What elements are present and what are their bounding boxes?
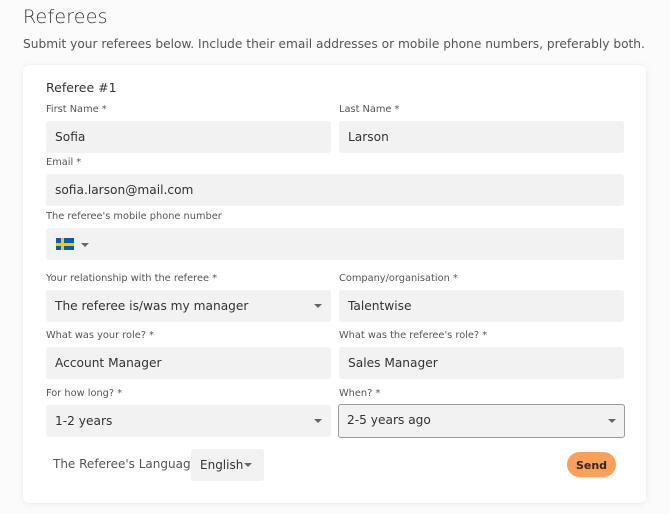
- referee-card: Referee #1 First Name * Sofia Last Name …: [23, 65, 646, 503]
- duration-value: 1-2 years: [55, 414, 113, 428]
- language-value: English: [200, 458, 244, 472]
- page-title: Referees: [23, 6, 108, 28]
- first-name-input[interactable]: Sofia: [46, 121, 331, 153]
- company-input[interactable]: Talentwise: [339, 290, 624, 322]
- referee-role-input[interactable]: Sales Manager: [339, 347, 624, 379]
- referee-role-value: Sales Manager: [348, 356, 438, 370]
- company-value: Talentwise: [348, 299, 412, 313]
- duration-label: For how long? *: [46, 388, 123, 399]
- when-label: When? *: [339, 388, 381, 399]
- language-label: The Referee's Language: [53, 457, 198, 471]
- email-value: sofia.larson@mail.com: [55, 183, 194, 197]
- first-name-value: Sofia: [55, 130, 86, 144]
- relationship-select[interactable]: The referee is/was my manager: [46, 290, 331, 322]
- referee-heading: Referee #1: [46, 80, 117, 95]
- company-label: Company/organisation *: [339, 273, 458, 284]
- first-name-label: First Name *: [46, 104, 107, 115]
- your-role-input[interactable]: Account Manager: [46, 347, 331, 379]
- chevron-down-icon: [608, 419, 616, 423]
- phone-label: The referee's mobile phone number: [46, 211, 222, 222]
- chevron-down-icon[interactable]: [81, 243, 89, 247]
- last-name-value: Larson: [348, 130, 389, 144]
- relationship-label: Your relationship with the referee *: [46, 273, 218, 284]
- last-name-label: Last Name *: [339, 104, 400, 115]
- when-select[interactable]: 2-5 years ago: [338, 404, 625, 438]
- chevron-down-icon: [314, 304, 322, 308]
- relationship-value: The referee is/was my manager: [55, 299, 249, 313]
- phone-input[interactable]: [46, 228, 624, 260]
- page-subtitle: Submit your referees below. Include thei…: [23, 37, 645, 51]
- chevron-down-icon: [314, 419, 322, 423]
- language-select[interactable]: English: [191, 449, 264, 481]
- send-button[interactable]: Send: [567, 452, 616, 477]
- sweden-flag-icon[interactable]: [56, 238, 74, 250]
- last-name-input[interactable]: Larson: [339, 121, 624, 153]
- chevron-down-icon: [244, 463, 252, 467]
- email-input[interactable]: sofia.larson@mail.com: [46, 174, 624, 206]
- your-role-value: Account Manager: [55, 356, 162, 370]
- your-role-label: What was your role? *: [46, 330, 155, 341]
- email-label: Email *: [46, 157, 82, 168]
- when-value: 2-5 years ago: [347, 413, 431, 427]
- referee-role-label: What was the referee's role? *: [339, 330, 488, 341]
- duration-select[interactable]: 1-2 years: [46, 405, 331, 437]
